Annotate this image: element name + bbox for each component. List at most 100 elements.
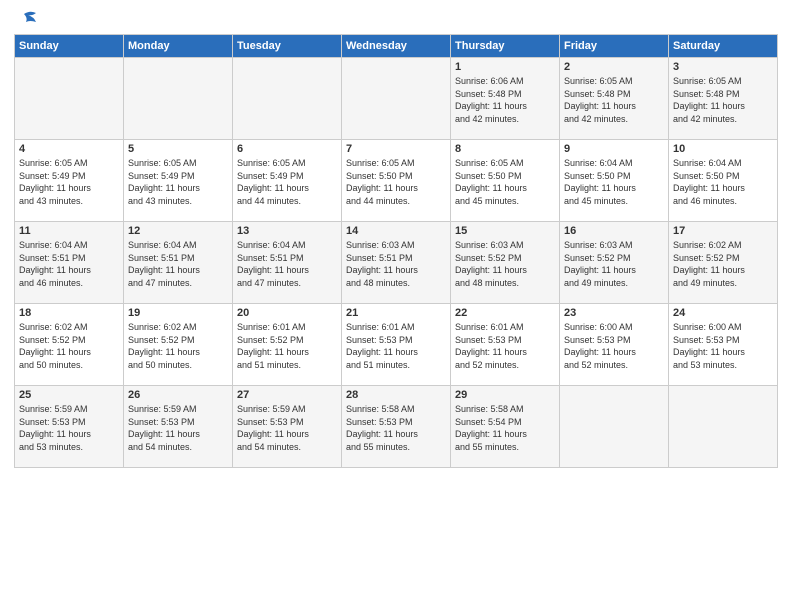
- day-number: 8: [455, 143, 555, 155]
- day-number: 28: [346, 389, 446, 401]
- day-number: 20: [237, 307, 337, 319]
- calendar-week-row: 18 Sunrise: 6:02 AMSunset: 5:52 PMDayligh…: [15, 304, 778, 386]
- day-number: 1: [455, 61, 555, 73]
- calendar-cell: [669, 386, 778, 468]
- day-info: Sunrise: 6:05 AMSunset: 5:48 PMDaylight:…: [673, 75, 773, 125]
- calendar-week-row: 11 Sunrise: 6:04 AMSunset: 5:51 PMDayligh…: [15, 222, 778, 304]
- calendar-cell: 8 Sunrise: 6:05 AMSunset: 5:50 PMDaylight…: [451, 140, 560, 222]
- day-number: 21: [346, 307, 446, 319]
- day-number: 12: [128, 225, 228, 237]
- day-number: 17: [673, 225, 773, 237]
- header: [14, 10, 778, 28]
- day-info: Sunrise: 6:02 AMSunset: 5:52 PMDaylight:…: [673, 239, 773, 289]
- day-info: Sunrise: 5:59 AMSunset: 5:53 PMDaylight:…: [19, 403, 119, 453]
- day-number: 7: [346, 143, 446, 155]
- day-number: 3: [673, 61, 773, 73]
- day-number: 22: [455, 307, 555, 319]
- day-info: Sunrise: 6:02 AMSunset: 5:52 PMDaylight:…: [128, 321, 228, 371]
- day-info: Sunrise: 6:02 AMSunset: 5:52 PMDaylight:…: [19, 321, 119, 371]
- weekday-header-friday: Friday: [560, 35, 669, 58]
- calendar-cell: 22 Sunrise: 6:01 AMSunset: 5:53 PMDayligh…: [451, 304, 560, 386]
- calendar-cell: 18 Sunrise: 6:02 AMSunset: 5:52 PMDayligh…: [15, 304, 124, 386]
- day-info: Sunrise: 6:00 AMSunset: 5:53 PMDaylight:…: [673, 321, 773, 371]
- calendar-cell: 19 Sunrise: 6:02 AMSunset: 5:52 PMDayligh…: [124, 304, 233, 386]
- day-number: 6: [237, 143, 337, 155]
- calendar-cell: 26 Sunrise: 5:59 AMSunset: 5:53 PMDayligh…: [124, 386, 233, 468]
- calendar-cell: 20Sunrise: 6:01 AMSunset: 5:52 PMDayligh…: [233, 304, 342, 386]
- calendar-cell: [233, 58, 342, 140]
- day-info: Sunrise: 6:00 AMSunset: 5:53 PMDaylight:…: [564, 321, 664, 371]
- calendar-cell: 12 Sunrise: 6:04 AMSunset: 5:51 PMDayligh…: [124, 222, 233, 304]
- day-number: 11: [19, 225, 119, 237]
- weekday-header-saturday: Saturday: [669, 35, 778, 58]
- calendar-table: SundayMondayTuesdayWednesdayThursdayFrid…: [14, 34, 778, 468]
- weekday-header-thursday: Thursday: [451, 35, 560, 58]
- day-number: 23: [564, 307, 664, 319]
- calendar-cell: [15, 58, 124, 140]
- calendar-cell: 2 Sunrise: 6:05 AMSunset: 5:48 PMDaylight…: [560, 58, 669, 140]
- day-info: Sunrise: 6:01 AMSunset: 5:53 PMDaylight:…: [455, 321, 555, 371]
- day-info: Sunrise: 5:58 AMSunset: 5:54 PMDaylight:…: [455, 403, 555, 453]
- day-number: 9: [564, 143, 664, 155]
- calendar-cell: 17 Sunrise: 6:02 AMSunset: 5:52 PMDayligh…: [669, 222, 778, 304]
- calendar-cell: 7 Sunrise: 6:05 AMSunset: 5:50 PMDaylight…: [342, 140, 451, 222]
- day-info: Sunrise: 6:04 AMSunset: 5:50 PMDaylight:…: [564, 157, 664, 207]
- calendar-cell: 29Sunrise: 5:58 AMSunset: 5:54 PMDayligh…: [451, 386, 560, 468]
- day-info: Sunrise: 6:03 AMSunset: 5:52 PMDaylight:…: [455, 239, 555, 289]
- calendar-cell: 14Sunrise: 6:03 AMSunset: 5:51 PMDayligh…: [342, 222, 451, 304]
- calendar-cell: 16 Sunrise: 6:03 AMSunset: 5:52 PMDayligh…: [560, 222, 669, 304]
- calendar-cell: 23 Sunrise: 6:00 AMSunset: 5:53 PMDayligh…: [560, 304, 669, 386]
- day-number: 16: [564, 225, 664, 237]
- day-number: 5: [128, 143, 228, 155]
- day-info: Sunrise: 6:05 AMSunset: 5:49 PMDaylight:…: [128, 157, 228, 207]
- weekday-header-monday: Monday: [124, 35, 233, 58]
- day-info: Sunrise: 6:06 AMSunset: 5:48 PMDaylight:…: [455, 75, 555, 125]
- calendar-cell: 15 Sunrise: 6:03 AMSunset: 5:52 PMDayligh…: [451, 222, 560, 304]
- day-info: Sunrise: 6:05 AMSunset: 5:49 PMDaylight:…: [19, 157, 119, 207]
- calendar-cell: 10 Sunrise: 6:04 AMSunset: 5:50 PMDayligh…: [669, 140, 778, 222]
- weekday-header-sunday: Sunday: [15, 35, 124, 58]
- calendar-week-row: 25 Sunrise: 5:59 AMSunset: 5:53 PMDayligh…: [15, 386, 778, 468]
- calendar-header-row: SundayMondayTuesdayWednesdayThursdayFrid…: [15, 35, 778, 58]
- weekday-header-tuesday: Tuesday: [233, 35, 342, 58]
- calendar-cell: 4 Sunrise: 6:05 AMSunset: 5:49 PMDaylight…: [15, 140, 124, 222]
- day-number: 18: [19, 307, 119, 319]
- day-info: Sunrise: 6:04 AMSunset: 5:51 PMDaylight:…: [19, 239, 119, 289]
- calendar-cell: 5 Sunrise: 6:05 AMSunset: 5:49 PMDaylight…: [124, 140, 233, 222]
- day-number: 25: [19, 389, 119, 401]
- logo-bird-icon: [16, 10, 38, 28]
- calendar-cell: 1 Sunrise: 6:06 AMSunset: 5:48 PMDaylight…: [451, 58, 560, 140]
- calendar-cell: 21 Sunrise: 6:01 AMSunset: 5:53 PMDayligh…: [342, 304, 451, 386]
- day-info: Sunrise: 5:59 AMSunset: 5:53 PMDaylight:…: [237, 403, 337, 453]
- day-info: Sunrise: 6:04 AMSunset: 5:50 PMDaylight:…: [673, 157, 773, 207]
- calendar-cell: [560, 386, 669, 468]
- day-info: Sunrise: 5:59 AMSunset: 5:53 PMDaylight:…: [128, 403, 228, 453]
- day-info: Sunrise: 6:04 AMSunset: 5:51 PMDaylight:…: [128, 239, 228, 289]
- day-number: 19: [128, 307, 228, 319]
- day-info: Sunrise: 6:03 AMSunset: 5:52 PMDaylight:…: [564, 239, 664, 289]
- day-number: 10: [673, 143, 773, 155]
- day-info: Sunrise: 6:01 AMSunset: 5:53 PMDaylight:…: [346, 321, 446, 371]
- day-info: Sunrise: 6:03 AMSunset: 5:51 PMDaylight:…: [346, 239, 446, 289]
- calendar-cell: 6 Sunrise: 6:05 AMSunset: 5:49 PMDaylight…: [233, 140, 342, 222]
- day-number: 13: [237, 225, 337, 237]
- day-info: Sunrise: 6:05 AMSunset: 5:48 PMDaylight:…: [564, 75, 664, 125]
- day-number: 26: [128, 389, 228, 401]
- logo: [14, 14, 38, 28]
- calendar-cell: 9 Sunrise: 6:04 AMSunset: 5:50 PMDaylight…: [560, 140, 669, 222]
- day-info: Sunrise: 6:05 AMSunset: 5:49 PMDaylight:…: [237, 157, 337, 207]
- calendar-cell: 28Sunrise: 5:58 AMSunset: 5:53 PMDayligh…: [342, 386, 451, 468]
- calendar-week-row: 1 Sunrise: 6:06 AMSunset: 5:48 PMDaylight…: [15, 58, 778, 140]
- day-info: Sunrise: 6:05 AMSunset: 5:50 PMDaylight:…: [346, 157, 446, 207]
- calendar-week-row: 4 Sunrise: 6:05 AMSunset: 5:49 PMDaylight…: [15, 140, 778, 222]
- weekday-header-wednesday: Wednesday: [342, 35, 451, 58]
- calendar-cell: 11 Sunrise: 6:04 AMSunset: 5:51 PMDayligh…: [15, 222, 124, 304]
- day-number: 4: [19, 143, 119, 155]
- calendar-cell: 27Sunrise: 5:59 AMSunset: 5:53 PMDayligh…: [233, 386, 342, 468]
- day-number: 2: [564, 61, 664, 73]
- day-number: 15: [455, 225, 555, 237]
- day-info: Sunrise: 6:05 AMSunset: 5:50 PMDaylight:…: [455, 157, 555, 207]
- calendar-cell: 13Sunrise: 6:04 AMSunset: 5:51 PMDayligh…: [233, 222, 342, 304]
- calendar-cell: [342, 58, 451, 140]
- calendar-cell: 25 Sunrise: 5:59 AMSunset: 5:53 PMDayligh…: [15, 386, 124, 468]
